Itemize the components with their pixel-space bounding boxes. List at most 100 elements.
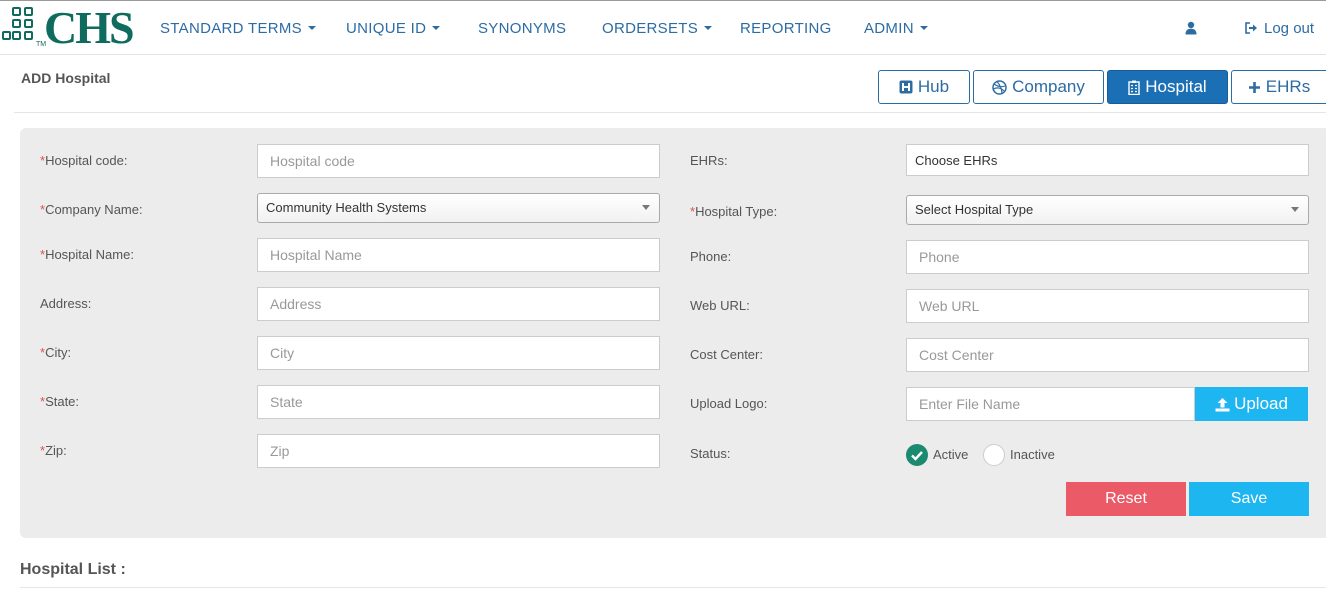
hospital-form-panel	[20, 128, 1326, 538]
dribbble-icon	[992, 79, 1007, 95]
upload-icon	[1215, 397, 1230, 411]
logo-square	[24, 7, 33, 16]
tab-label: Company	[1012, 77, 1085, 96]
status-active-label[interactable]: Active	[933, 447, 968, 462]
cost-center-input[interactable]	[906, 338, 1309, 372]
label-text: Cost Center:	[690, 347, 763, 362]
web-url-label: Web URL:	[690, 298, 750, 313]
sign-out-icon	[1245, 22, 1257, 34]
label-text: Upload Logo:	[690, 396, 768, 411]
select-value: Community Health Systems	[266, 200, 427, 215]
hospital-type-select[interactable]: Select Hospital Type	[906, 195, 1309, 225]
tab-label: Hub	[917, 77, 950, 96]
header-divider	[14, 112, 1326, 113]
nav-label: STANDARD TERMS	[160, 20, 302, 37]
status-active-radio[interactable]	[906, 444, 928, 466]
multiselect-value: Choose EHRs	[915, 153, 998, 168]
web-url-input[interactable]	[906, 289, 1309, 323]
plus-icon	[1248, 81, 1260, 93]
address-input[interactable]	[257, 287, 660, 321]
logo-square	[24, 31, 33, 40]
address-label: Address:	[40, 296, 91, 311]
list-divider	[20, 587, 1326, 588]
logo-square	[12, 31, 21, 40]
state-label: *State:	[40, 394, 79, 409]
company-name-select[interactable]: Community Health Systems	[257, 193, 660, 223]
label-text: Hospital code:	[45, 153, 128, 168]
nav-synonyms[interactable]: SYNONYMS	[478, 20, 566, 37]
logo-square	[12, 19, 21, 28]
ehrs-multiselect[interactable]: Choose EHRs	[906, 144, 1309, 176]
tab-hub[interactable]: Hub	[878, 70, 970, 104]
chs-logo[interactable]: TM CHS	[2, 2, 135, 53]
nav-label: ORDERSETS	[602, 20, 699, 37]
logo-square	[24, 19, 33, 28]
hospital-h-icon	[899, 80, 913, 94]
label-text: Status:	[690, 446, 731, 461]
label-text: EHRs:	[690, 153, 728, 168]
phone-label: Phone:	[690, 249, 731, 264]
status-inactive-label[interactable]: Inactive	[1010, 447, 1055, 462]
city-input[interactable]	[257, 336, 660, 370]
tab-ehrs[interactable]: EHRs	[1231, 70, 1326, 104]
hospital-name-input[interactable]	[257, 238, 660, 272]
status-inactive-radio[interactable]	[983, 444, 1005, 466]
save-button[interactable]: Save	[1189, 482, 1309, 516]
phone-input[interactable]	[906, 240, 1309, 274]
tab-hospital[interactable]: Hospital	[1107, 70, 1228, 104]
nav-standard-terms[interactable]: STANDARD TERMS	[160, 20, 316, 37]
tab-label: EHRs	[1265, 77, 1311, 96]
caret-down-icon	[308, 26, 316, 31]
zip-input[interactable]	[257, 434, 660, 468]
logout-link[interactable]: Log out	[1245, 20, 1314, 37]
status-label: Status:	[690, 446, 730, 461]
select-value: Select Hospital Type	[915, 202, 1034, 217]
nav-admin[interactable]: ADMIN	[864, 20, 928, 37]
nav-ordersets[interactable]: ORDERSETS	[602, 20, 713, 37]
reset-button[interactable]: Reset	[1066, 482, 1186, 516]
nav-label: ADMIN	[864, 20, 914, 37]
logo-square	[12, 7, 21, 16]
ehrs-label: EHRs:	[690, 153, 728, 168]
caret-down-icon	[432, 26, 441, 31]
user-icon[interactable]	[1185, 21, 1197, 35]
top-navbar: TM CHS STANDARD TERMS UNIQUE ID SYNONYMS…	[0, 0, 1326, 55]
label-text: State:	[45, 394, 80, 409]
hospital-name-label: *Hospital Name:	[40, 247, 134, 262]
hospital-list-title: Hospital List :	[20, 561, 126, 578]
label-text: Hospital Type:	[695, 204, 778, 219]
nav-unique-id[interactable]: UNIQUE ID	[346, 20, 441, 37]
dropdown-arrow-icon	[1291, 207, 1299, 212]
hospital-code-label: *Hospital code:	[40, 153, 127, 168]
tab-company[interactable]: Company	[973, 70, 1104, 104]
cost-center-label: Cost Center:	[690, 347, 763, 362]
label-text: Web URL:	[690, 298, 750, 313]
nav-reporting[interactable]: REPORTING	[740, 20, 832, 37]
logout-label: Log out	[1264, 20, 1315, 37]
logo-spacer	[2, 39, 11, 48]
page-title: ADD Hospital	[21, 70, 111, 86]
state-input[interactable]	[257, 385, 660, 419]
hospital-code-input[interactable]	[257, 144, 660, 178]
check-icon	[911, 451, 923, 461]
caret-down-icon	[919, 26, 928, 31]
label-text: Zip:	[45, 443, 67, 458]
building-icon	[1128, 80, 1140, 95]
tab-label: Hospital	[1145, 77, 1207, 96]
label-text: Address:	[40, 296, 92, 311]
nav-label: UNIQUE ID	[346, 20, 427, 37]
upload-label: Upload	[1234, 394, 1288, 413]
city-label: *City:	[40, 345, 71, 360]
upload-button[interactable]: Upload	[1195, 387, 1308, 421]
nav-label: REPORTING	[740, 20, 832, 37]
caret-down-icon	[704, 26, 713, 31]
logo-filename-input[interactable]	[906, 387, 1195, 421]
company-name-label: *Company Name:	[40, 202, 143, 217]
nav-label: SYNONYMS	[478, 20, 567, 37]
logo-wordmark: CHS	[44, 2, 135, 53]
upload-logo-label: Upload Logo:	[690, 396, 767, 411]
label-text: Phone:	[690, 249, 732, 264]
zip-label: *Zip:	[40, 443, 67, 458]
dropdown-arrow-icon	[642, 205, 650, 210]
label-text: Company Name:	[45, 202, 143, 217]
